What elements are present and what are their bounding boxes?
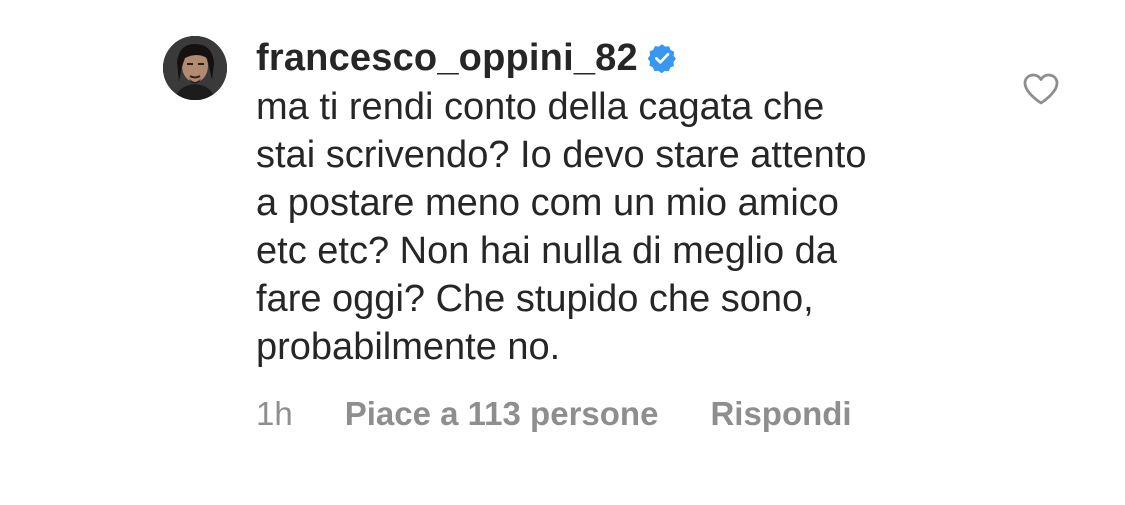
heart-outline-icon[interactable] (1022, 72, 1060, 106)
comment-timestamp: 1h (256, 395, 293, 432)
comment-meta: 1h Piace a 113 persone Rispondi (256, 390, 852, 438)
avatar-image (163, 36, 227, 100)
likes-count-link[interactable]: Piace a 113 persone (345, 395, 659, 433)
reply-button[interactable]: Rispondi (710, 395, 851, 433)
avatar[interactable] (163, 36, 227, 100)
comment: francesco_oppini_82 ma ti rendi conto de… (0, 0, 1125, 505)
verified-badge-icon (647, 43, 677, 73)
comment-text: ma ti rendi conto della cagata che stai … (256, 86, 867, 368)
username[interactable]: francesco_oppini_82 (256, 37, 638, 80)
username-row: francesco_oppini_82 (256, 33, 677, 83)
